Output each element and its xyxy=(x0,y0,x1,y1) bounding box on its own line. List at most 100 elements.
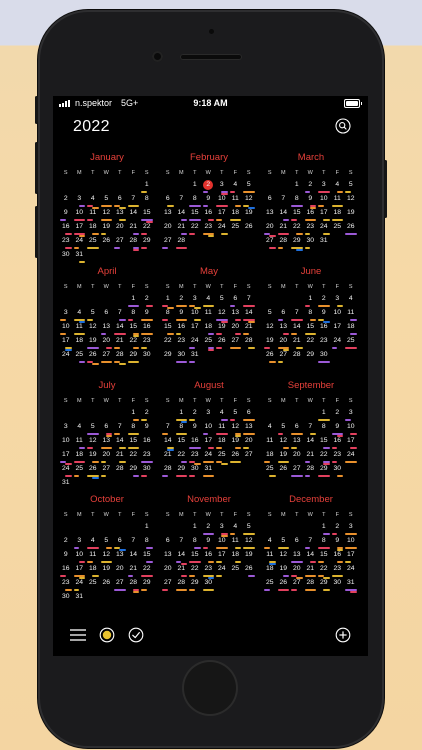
day-cell[interactable]: 21 xyxy=(290,335,304,349)
day-cell[interactable]: 26 xyxy=(242,221,256,235)
day-cell[interactable]: 24 xyxy=(344,563,358,577)
day-cell[interactable]: 15 xyxy=(188,207,202,221)
day-cell[interactable]: 23 xyxy=(140,449,154,463)
day-cell[interactable]: 26 xyxy=(277,463,291,477)
day-cell[interactable]: 18 xyxy=(263,563,277,577)
day-cell[interactable]: 17 xyxy=(188,321,202,335)
day-cell[interactable]: 24 xyxy=(331,335,345,349)
day-cell[interactable]: 28 xyxy=(304,577,318,591)
day-cell[interactable]: 17 xyxy=(73,221,87,237)
day-cell[interactable]: 1 xyxy=(140,179,154,193)
day-cell[interactable]: 11 xyxy=(263,435,277,449)
day-cell[interactable]: 12 xyxy=(263,321,277,335)
day-cell[interactable]: 6 xyxy=(290,535,304,549)
day-cell[interactable]: 19 xyxy=(86,335,100,349)
month-title[interactable]: April xyxy=(59,265,155,278)
day-cell[interactable]: 16 xyxy=(304,207,318,221)
day-cell[interactable]: 11 xyxy=(229,193,243,207)
day-cell[interactable]: 23 xyxy=(140,335,154,349)
day-cell[interactable]: 19 xyxy=(86,449,100,463)
day-cell[interactable]: 19 xyxy=(344,207,358,221)
day-cell[interactable]: 9 xyxy=(331,421,345,437)
day-cell[interactable]: 27 xyxy=(277,349,291,363)
day-cell[interactable]: 18 xyxy=(202,321,216,335)
day-cell[interactable]: 27 xyxy=(290,577,304,591)
day-cell[interactable]: 8 xyxy=(304,307,318,321)
day-cell[interactable]: 20 xyxy=(100,335,114,349)
day-cell[interactable]: 13 xyxy=(100,321,114,335)
day-cell[interactable]: 19 xyxy=(100,221,114,235)
day-cell[interactable]: 24 xyxy=(73,235,87,249)
month-february[interactable]: February S M T W T F S 1 2 3 4 5 6 7 8 9 10 11 12 13 14 15 16 17… xyxy=(161,151,257,249)
day-cell[interactable]: 17 xyxy=(331,321,345,335)
day-cell[interactable]: 10 xyxy=(202,421,216,435)
day-cell[interactable]: 27 xyxy=(161,235,175,249)
day-cell[interactable]: 22 xyxy=(175,449,189,463)
day-cell[interactable]: 9 xyxy=(175,307,189,321)
month-title[interactable]: June xyxy=(263,265,359,278)
day-cell[interactable]: 13 xyxy=(113,549,127,563)
day-cell[interactable]: 1 xyxy=(175,407,189,423)
day-cell[interactable]: 15 xyxy=(317,549,331,563)
day-cell[interactable]: 4 xyxy=(331,179,345,193)
month-january[interactable]: January S M T W T F S 1 2 3 4 5 6 7 8 9 10 11 12 13 14 15 16 17 1… xyxy=(59,151,155,263)
day-cell[interactable]: 8 xyxy=(140,535,154,549)
day-cell[interactable]: 21 xyxy=(113,449,127,463)
day-cell[interactable]: 27 xyxy=(242,449,256,463)
add-event-button[interactable] xyxy=(335,627,351,648)
day-cell[interactable]: 13 xyxy=(263,207,277,221)
day-cell[interactable]: 4 xyxy=(73,307,87,323)
day-cell[interactable]: 16 xyxy=(188,435,202,449)
day-cell[interactable]: 25 xyxy=(215,449,229,465)
day-cell[interactable]: 20 xyxy=(277,335,291,351)
day-cell[interactable]: 7 xyxy=(127,535,141,549)
day-cell[interactable]: 7 xyxy=(304,421,318,435)
day-cell[interactable]: 23 xyxy=(331,563,345,577)
month-title[interactable]: September xyxy=(263,379,359,392)
day-cell[interactable]: 15 xyxy=(161,321,175,335)
day-cell[interactable]: 6 xyxy=(290,421,304,435)
day-cell[interactable]: 18 xyxy=(73,449,87,463)
day-cell[interactable]: 23 xyxy=(202,563,216,579)
day-cell[interactable]: 24 xyxy=(202,449,216,463)
day-cell[interactable]: 18 xyxy=(344,321,358,335)
day-cell[interactable]: 24 xyxy=(73,577,87,591)
day-cell[interactable]: 13 xyxy=(290,549,304,563)
day-cell[interactable]: 30 xyxy=(202,577,216,591)
day-cell[interactable]: 18 xyxy=(86,221,100,235)
day-cell[interactable]: 25 xyxy=(344,335,358,349)
day-cell[interactable]: 28 xyxy=(113,349,127,365)
day-cell[interactable]: 19 xyxy=(242,207,256,221)
month-november[interactable]: November S M T W T F S 1 2 3 4 5 6 7 8 9 10 11 12 13 14 15 16 17… xyxy=(161,493,257,591)
day-cell[interactable]: 2 xyxy=(59,535,73,549)
day-cell[interactable]: 29 xyxy=(290,235,304,251)
day-cell[interactable]: 26 xyxy=(344,221,358,235)
day-cell[interactable]: 26 xyxy=(229,449,243,463)
done-button[interactable] xyxy=(128,627,144,648)
day-cell[interactable]: 14 xyxy=(175,549,189,565)
day-cell[interactable]: 20 xyxy=(229,321,243,335)
month-title[interactable]: December xyxy=(263,493,359,506)
day-cell[interactable]: 20 xyxy=(113,563,127,577)
day-cell[interactable]: 17 xyxy=(59,335,73,351)
day-cell[interactable]: 29 xyxy=(188,577,202,591)
day-cell[interactable]: 21 xyxy=(113,335,127,349)
day-cell[interactable]: 25 xyxy=(73,463,87,477)
day-cell[interactable]: 8 xyxy=(161,307,175,321)
day-cell[interactable]: 22 xyxy=(127,335,141,349)
day-cell[interactable]: 3 xyxy=(59,307,73,321)
day-cell[interactable]: 26 xyxy=(263,349,277,363)
day-cell[interactable]: 3 xyxy=(317,179,331,193)
day-cell[interactable]: 3 xyxy=(344,407,358,421)
day-cell[interactable]: 8 xyxy=(188,193,202,207)
day-cell[interactable]: 1 xyxy=(140,521,154,535)
day-cell[interactable]: 18 xyxy=(229,207,243,221)
day-cell[interactable]: 21 xyxy=(304,563,318,577)
day-cell[interactable]: 26 xyxy=(86,463,100,479)
day-cell[interactable]: 2 xyxy=(59,193,73,207)
day-cell[interactable]: 24 xyxy=(59,349,73,363)
day-cell[interactable]: 15 xyxy=(140,549,154,563)
day-cell[interactable]: 14 xyxy=(127,549,141,563)
month-title[interactable]: August xyxy=(161,379,257,392)
day-cell[interactable]: 6 xyxy=(161,193,175,207)
